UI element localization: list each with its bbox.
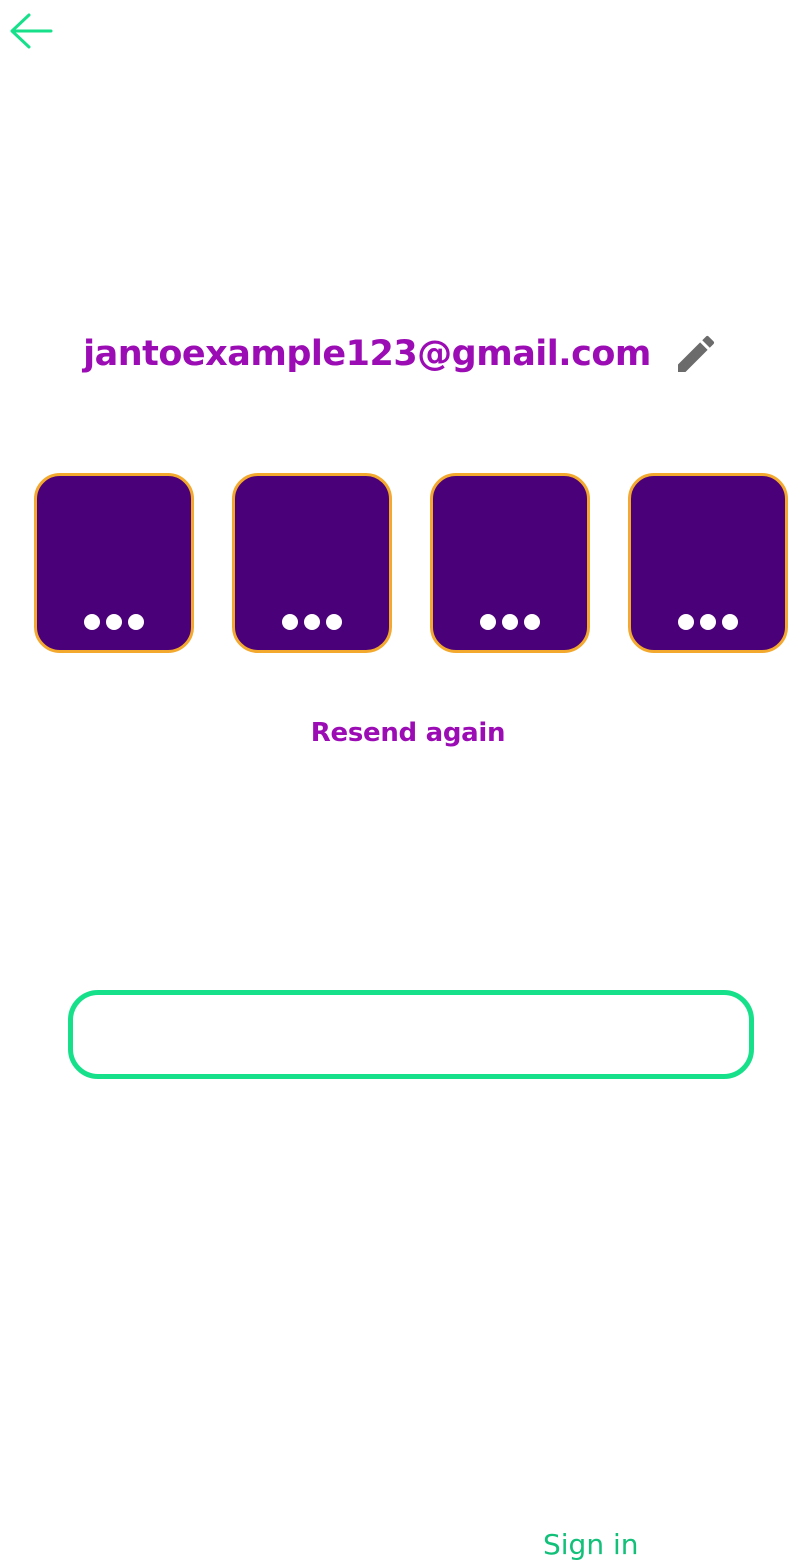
resend-again-link[interactable]: Resend again [0,718,792,748]
mask-dot [480,614,496,630]
mask-dot [524,614,540,630]
code-digit-1[interactable] [34,473,194,653]
mask-dot [502,614,518,630]
mask-dot [722,614,738,630]
masked-digit [235,614,389,630]
mask-dot [282,614,298,630]
mask-dot [84,614,100,630]
mask-dot [326,614,342,630]
code-digit-3[interactable] [430,473,590,653]
mask-dot [700,614,716,630]
email-row: jantoexample123@gmail.com [0,322,792,386]
masked-digit [631,614,785,630]
email-address: jantoexample123@gmail.com [83,334,651,374]
mask-dot [128,614,144,630]
masked-digit [37,614,191,630]
mask-dot [678,614,694,630]
mask-dot [106,614,122,630]
code-digit-4[interactable] [628,473,788,653]
submit-button[interactable] [68,990,754,1079]
code-digit-2[interactable] [232,473,392,653]
mask-dot [304,614,320,630]
edit-email-button[interactable] [669,327,723,381]
back-button[interactable] [6,8,56,54]
masked-digit [433,614,587,630]
pencil-icon [677,335,714,372]
sign-in-link[interactable]: Sign in [543,1528,639,1561]
arrow-left-icon [10,13,53,49]
